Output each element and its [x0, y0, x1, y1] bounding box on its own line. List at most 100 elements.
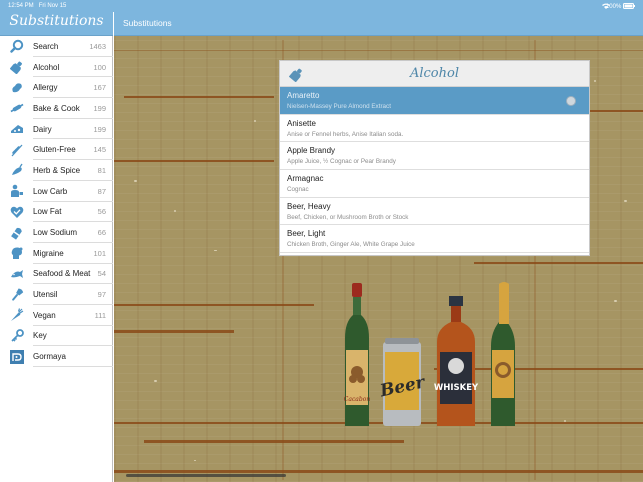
sidebar-item-alcohol[interactable]: Alcohol 100	[0, 57, 113, 78]
item-name: Amaretto	[287, 91, 320, 100]
sidebar-item-allergy[interactable]: Allergy 167	[0, 77, 113, 98]
sidebar-item-count: 101	[93, 248, 106, 258]
sidebar-item-label: Low Carb	[33, 186, 68, 196]
item-substitute: Beef, Chicken, or Mushroom Broth or Stoc…	[287, 213, 409, 221]
sidebar-item-label: Bake & Cook	[33, 103, 80, 113]
sidebar-item-count: 167	[93, 83, 106, 93]
sidebar-item-label: Utensil	[33, 290, 58, 300]
peanut-icon	[10, 81, 24, 95]
item-name: Anisette	[287, 118, 316, 128]
list-item[interactable]: Beer, Heavy Beef, Chicken, or Mushroom Br…	[280, 198, 589, 226]
wine-bottle-icon: Cacabon	[344, 283, 371, 426]
carrot-icon	[10, 308, 24, 322]
sidebar-item-label: Key	[33, 331, 47, 341]
gormaya-logo-icon	[10, 349, 24, 364]
sidebar-item-label: Low Fat	[33, 207, 62, 217]
sidebar-item-label: Gluten-Free	[33, 145, 76, 155]
sidebar-item-search[interactable]: Search 1463	[0, 36, 113, 57]
sidebar-item-seafood-and-meat[interactable]: Seafood & Meat 54	[0, 264, 113, 285]
substitution-list: Amaretto Nielsen-Massey Pure Almond Extra…	[280, 87, 589, 254]
bottles-illustration: Cacabon Beer WHISKEY	[344, 282, 515, 426]
sidebar-item-label: Low Sodium	[33, 228, 78, 238]
sidebar-item-label: Migraine	[33, 248, 64, 258]
svg-text:Cacabon: Cacabon	[344, 396, 371, 403]
pepper-icon	[10, 163, 24, 177]
sidebar-item-count: 66	[97, 228, 106, 238]
list-item[interactable]: Amaretto Nielsen-Massey Pure Almond Extra…	[280, 87, 589, 115]
sidebar-item-gormaya[interactable]: Gormaya	[0, 346, 113, 367]
sidebar-item-count: 1463	[89, 41, 106, 51]
sidebar-item-count: 97	[97, 290, 106, 300]
home-indicator	[126, 474, 286, 477]
key-icon	[10, 329, 24, 343]
item-name: Apple Brandy	[287, 146, 336, 156]
sidebar-item-count: 81	[97, 165, 106, 175]
item-substitute: Anise or Fennel herbs, Anise Italian sod…	[287, 130, 404, 138]
sidebar-item-label: Alcohol	[33, 62, 60, 72]
status-time: 12:54 PM Fri Nov 15	[8, 3, 67, 9]
person-icon	[10, 184, 24, 198]
champagne-bottle-icon	[491, 282, 515, 426]
sidebar-item-low-sodium[interactable]: Low Sodium 66	[0, 222, 113, 243]
head-icon	[10, 246, 24, 260]
sidebar-item-count: 145	[93, 145, 106, 155]
sidebar-item-key[interactable]: Key	[0, 326, 113, 347]
selected-indicator-icon[interactable]	[566, 96, 576, 106]
sidebar-item-dairy[interactable]: Dairy 199	[0, 119, 113, 140]
item-substitute: Nielsen-Massey Pure Almond Extract	[287, 103, 391, 110]
sidebar-item-count: 100	[93, 62, 106, 72]
sidebar-item-label: Gormaya	[33, 352, 66, 362]
sidebar-item-label: Dairy	[33, 124, 52, 134]
sidebar-title: Substitutions	[9, 13, 104, 29]
main-title: Substitutions	[123, 18, 172, 28]
cheese-icon	[10, 122, 24, 136]
status-bar: 12:54 PM Fri Nov 15 100%	[0, 0, 643, 12]
list-item[interactable]: Beer, Light Chicken Broth, Ginger Ale, Wh…	[280, 225, 589, 254]
sidebar-item-bake-and-cook[interactable]: Bake & Cook 199	[0, 98, 113, 119]
sidebar-item-count: 111	[94, 310, 106, 320]
sidebar-item-vegan[interactable]: Vegan 111	[0, 305, 113, 326]
wheat-icon	[10, 143, 24, 157]
item-name: Beer, Light	[287, 229, 326, 239]
utensil-icon	[10, 288, 24, 302]
sidebar-item-count: 87	[97, 186, 106, 196]
battery-indicator: 100%	[606, 3, 635, 10]
item-substitute: Cognac	[287, 186, 309, 194]
category-card: Alcohol Amaretto Nielsen-Massey Pure Almo…	[279, 60, 590, 256]
search-icon	[10, 39, 24, 54]
sidebar-item-label: Search	[33, 41, 59, 51]
list-item[interactable]: Armagnac Cognac	[280, 170, 589, 198]
rolling-pin-icon	[10, 101, 24, 115]
item-name: Armagnac	[287, 174, 324, 184]
fish-icon	[10, 267, 24, 281]
sidebar-item-count: 199	[93, 103, 106, 113]
sidebar-item-herb-and-spice[interactable]: Herb & Spice 81	[0, 160, 113, 181]
list-item[interactable]: Apple Brandy Apple Juice, ½ Cognac or Pea…	[280, 142, 589, 171]
item-substitute: Apple Juice, ½ Cognac or Pear Brandy	[287, 158, 396, 166]
sidebar-item-low-fat[interactable]: Low Fat 56	[0, 202, 113, 223]
salt-shaker-icon	[10, 226, 24, 240]
heart-check-icon	[10, 205, 24, 219]
sidebar-item-count: 199	[93, 124, 106, 134]
sidebar-item-label: Seafood & Meat	[33, 269, 91, 279]
item-substitute: Chicken Broth, Ginger Ale, White Grape J…	[287, 241, 415, 249]
beer-can-icon: Beer	[377, 338, 427, 426]
main-panel: Substitutions Alcohol Amaretto Nielsen-M…	[114, 0, 643, 482]
sidebar: Substitutions Search 1463 Alcohol 100 Allerg…	[0, 0, 113, 482]
sidebar-item-label: Herb & Spice	[33, 165, 81, 175]
whiskey-bottle-icon: WHISKEY	[434, 296, 479, 426]
sidebar-item-count: 54	[97, 269, 106, 279]
category-menu: Search 1463 Alcohol 100 Allergy 167 Bake & Coo…	[0, 36, 113, 367]
sidebar-item-label: Vegan	[33, 310, 56, 320]
sidebar-item-label: Allergy	[33, 83, 58, 93]
card-title: Alcohol	[409, 66, 459, 81]
list-item[interactable]: Anisette Anise or Fennel herbs, Anise Ita…	[280, 115, 589, 143]
svg-text:WHISKEY: WHISKEY	[434, 383, 479, 393]
bottle-icon	[10, 60, 24, 75]
sidebar-item-migraine[interactable]: Migraine 101	[0, 243, 113, 264]
item-name: Beer, Heavy	[287, 201, 331, 211]
sidebar-item-count: 56	[97, 207, 106, 217]
sidebar-item-utensil[interactable]: Utensil 97	[0, 284, 113, 305]
sidebar-item-low-carb[interactable]: Low Carb 87	[0, 181, 113, 202]
sidebar-item-gluten-free[interactable]: Gluten-Free 145	[0, 139, 113, 160]
